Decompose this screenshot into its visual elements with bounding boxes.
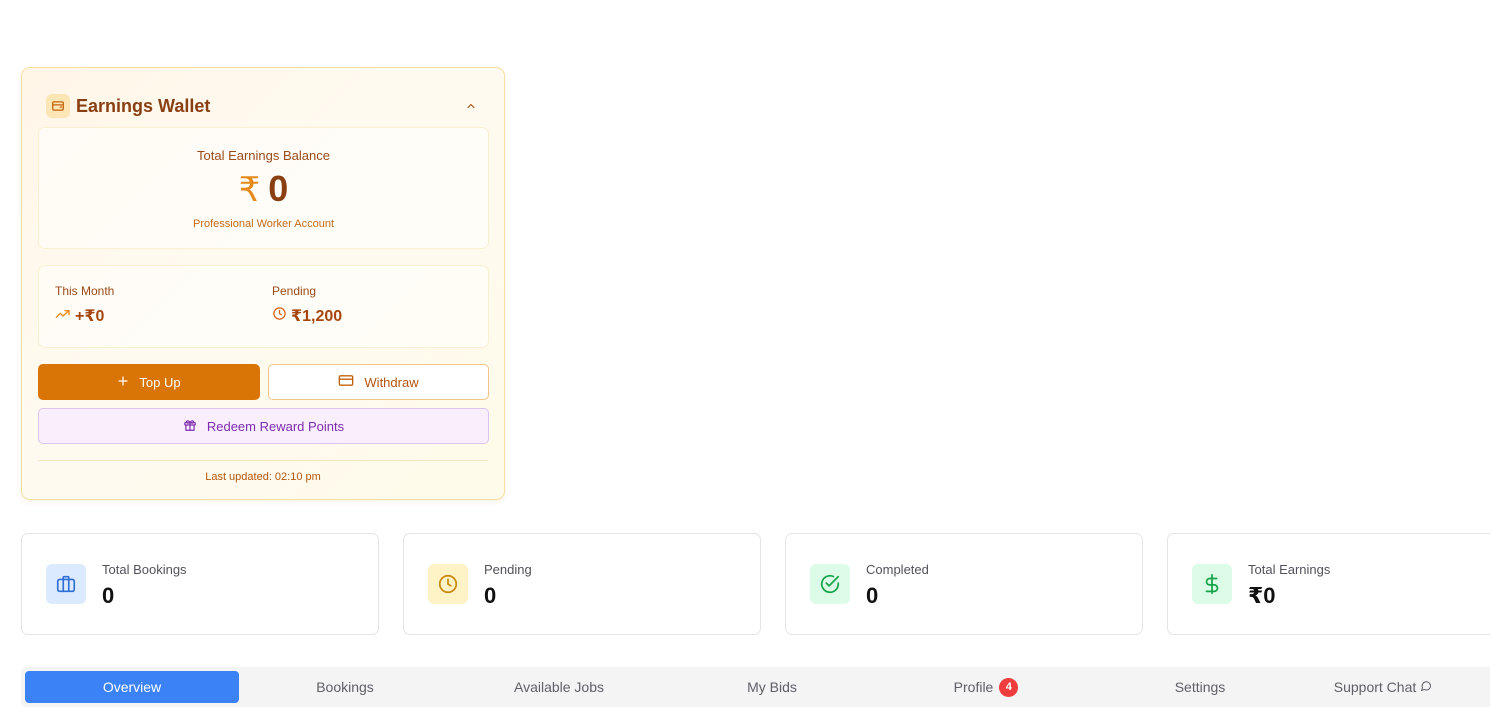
balance-label: Total Earnings Balance: [197, 148, 330, 163]
stat-label: Pending: [484, 562, 532, 577]
tab-my-bids[interactable]: My Bids: [665, 671, 879, 703]
balance-amount: ₹ 0: [39, 168, 488, 210]
top-up-button[interactable]: Top Up: [38, 364, 260, 400]
tab-label: Available Jobs: [513, 679, 605, 695]
tab-label: Settings: [1174, 679, 1226, 695]
credit-card-icon: [338, 374, 354, 390]
wallet-title: Earnings Wallet: [76, 95, 211, 116]
stat-value: ₹0: [1248, 583, 1276, 608]
stat-card-pending: Pending 0: [403, 533, 761, 635]
stat-label: Total Bookings: [102, 562, 187, 577]
tab-overview[interactable]: Overview: [25, 671, 239, 703]
trending-up-icon: [55, 307, 71, 325]
plus-icon: [117, 375, 129, 390]
stat-card-total-earnings: Total Earnings ₹0: [1167, 533, 1490, 635]
gift-icon: [183, 418, 197, 435]
chat-icon: [1420, 679, 1432, 695]
top-up-label: Top Up: [139, 374, 181, 390]
tab-label: Bookings: [316, 679, 374, 695]
pending-label: Pending: [272, 284, 317, 298]
stat-value: 0: [102, 583, 115, 608]
tab-available-jobs[interactable]: Available Jobs: [452, 671, 666, 703]
this-month-stat: This Month +₹0: [55, 284, 114, 326]
tab-bar: Overview Bookings Available Jobs My Bids…: [21, 667, 1490, 707]
chevron-up-icon[interactable]: [462, 97, 480, 115]
redeem-reward-points-button[interactable]: Redeem Reward Points: [38, 408, 489, 444]
tab-support-chat[interactable]: Support Chat: [1276, 671, 1490, 703]
wallet-header: Earnings Wallet: [46, 94, 480, 118]
this-month-value: +₹0: [75, 308, 105, 325]
tab-label: My Bids: [747, 679, 797, 695]
stat-label: Completed: [866, 562, 929, 577]
balance-box: Total Earnings Balance ₹ 0 Professional …: [38, 127, 489, 249]
tab-label: Overview: [102, 679, 162, 695]
stat-value: 0: [484, 583, 497, 608]
redeem-label: Redeem Reward Points: [206, 418, 345, 434]
clock-icon: [428, 564, 468, 604]
tab-bookings[interactable]: Bookings: [238, 671, 452, 703]
withdraw-button[interactable]: Withdraw: [268, 364, 489, 400]
this-month-label: This Month: [55, 284, 115, 298]
pending-stat: Pending ₹1,200: [272, 284, 342, 326]
currency-symbol: ₹: [238, 171, 261, 209]
wallet-stats: This Month +₹0 Pending ₹1,200: [38, 265, 489, 348]
pending-value-row: ₹1,200: [272, 306, 342, 326]
page: Earnings Wallet Total Earnings Balance ₹…: [0, 0, 1490, 707]
notification-badge: 4: [999, 677, 1019, 697]
tab-label: Support Chat: [1333, 679, 1417, 695]
tab-profile[interactable]: Profile 4: [879, 671, 1093, 703]
wallet-icon: [46, 94, 70, 118]
account-type: Professional Worker Account: [192, 218, 335, 230]
tab-label: Profile: [953, 679, 994, 695]
briefcase-icon: [46, 564, 86, 604]
pending-value: ₹1,200: [291, 308, 343, 325]
divider: [38, 460, 488, 461]
balance-value: 0: [268, 168, 289, 209]
stat-card-total-bookings: Total Bookings 0: [21, 533, 379, 635]
clock-icon: [272, 306, 287, 326]
tab-settings[interactable]: Settings: [1093, 671, 1307, 703]
stat-label: Total Earnings: [1248, 562, 1331, 577]
this-month-value-row: +₹0: [55, 306, 114, 326]
dollar-icon: [1192, 564, 1232, 604]
stat-card-completed: Completed 0: [785, 533, 1143, 635]
last-updated: Last updated: 02:10 pm: [205, 471, 321, 483]
check-circle-icon: [810, 564, 850, 604]
earnings-wallet-card: Earnings Wallet Total Earnings Balance ₹…: [21, 67, 505, 500]
stat-value: 0: [866, 583, 879, 608]
withdraw-label: Withdraw: [364, 374, 419, 390]
